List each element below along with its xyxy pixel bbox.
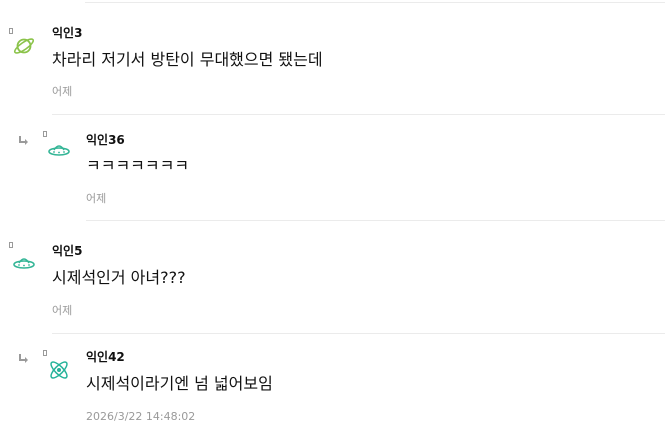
ufo-icon bbox=[47, 138, 71, 162]
comment-text: 차라리 저기서 방탄이 무대했으면 됐는데 bbox=[52, 50, 323, 69]
comment-author[interactable]: 익인3 bbox=[52, 26, 82, 40]
divider bbox=[86, 220, 665, 221]
reply-arrow-icon bbox=[18, 131, 30, 145]
divider bbox=[85, 2, 665, 3]
comment-time: 어제 bbox=[52, 85, 73, 98]
reply-arrow-icon bbox=[18, 349, 30, 363]
comment-marker bbox=[43, 131, 47, 137]
comment-marker bbox=[9, 242, 13, 248]
comment-text: 시제석이라기엔 넘 넓어보임 bbox=[86, 374, 273, 393]
comment-author[interactable]: 익인5 bbox=[52, 244, 82, 258]
comment-time: 2026/3/22 14:48:02 bbox=[86, 410, 196, 423]
comment-time: 어제 bbox=[86, 192, 107, 205]
comment-time: 어제 bbox=[52, 304, 73, 317]
comment-text: ㅋㅋㅋㅋㅋㅋㅋ bbox=[86, 156, 190, 175]
atom-icon bbox=[47, 358, 71, 382]
divider bbox=[52, 333, 665, 334]
comment-marker bbox=[43, 350, 47, 356]
comment-author[interactable]: 익인42 bbox=[86, 350, 125, 364]
divider bbox=[52, 114, 665, 115]
planet-icon bbox=[12, 34, 36, 58]
comment-author[interactable]: 익인36 bbox=[86, 133, 125, 147]
comment-text: 시제석인거 아녀??? bbox=[52, 268, 186, 287]
ufo-icon bbox=[12, 251, 36, 275]
